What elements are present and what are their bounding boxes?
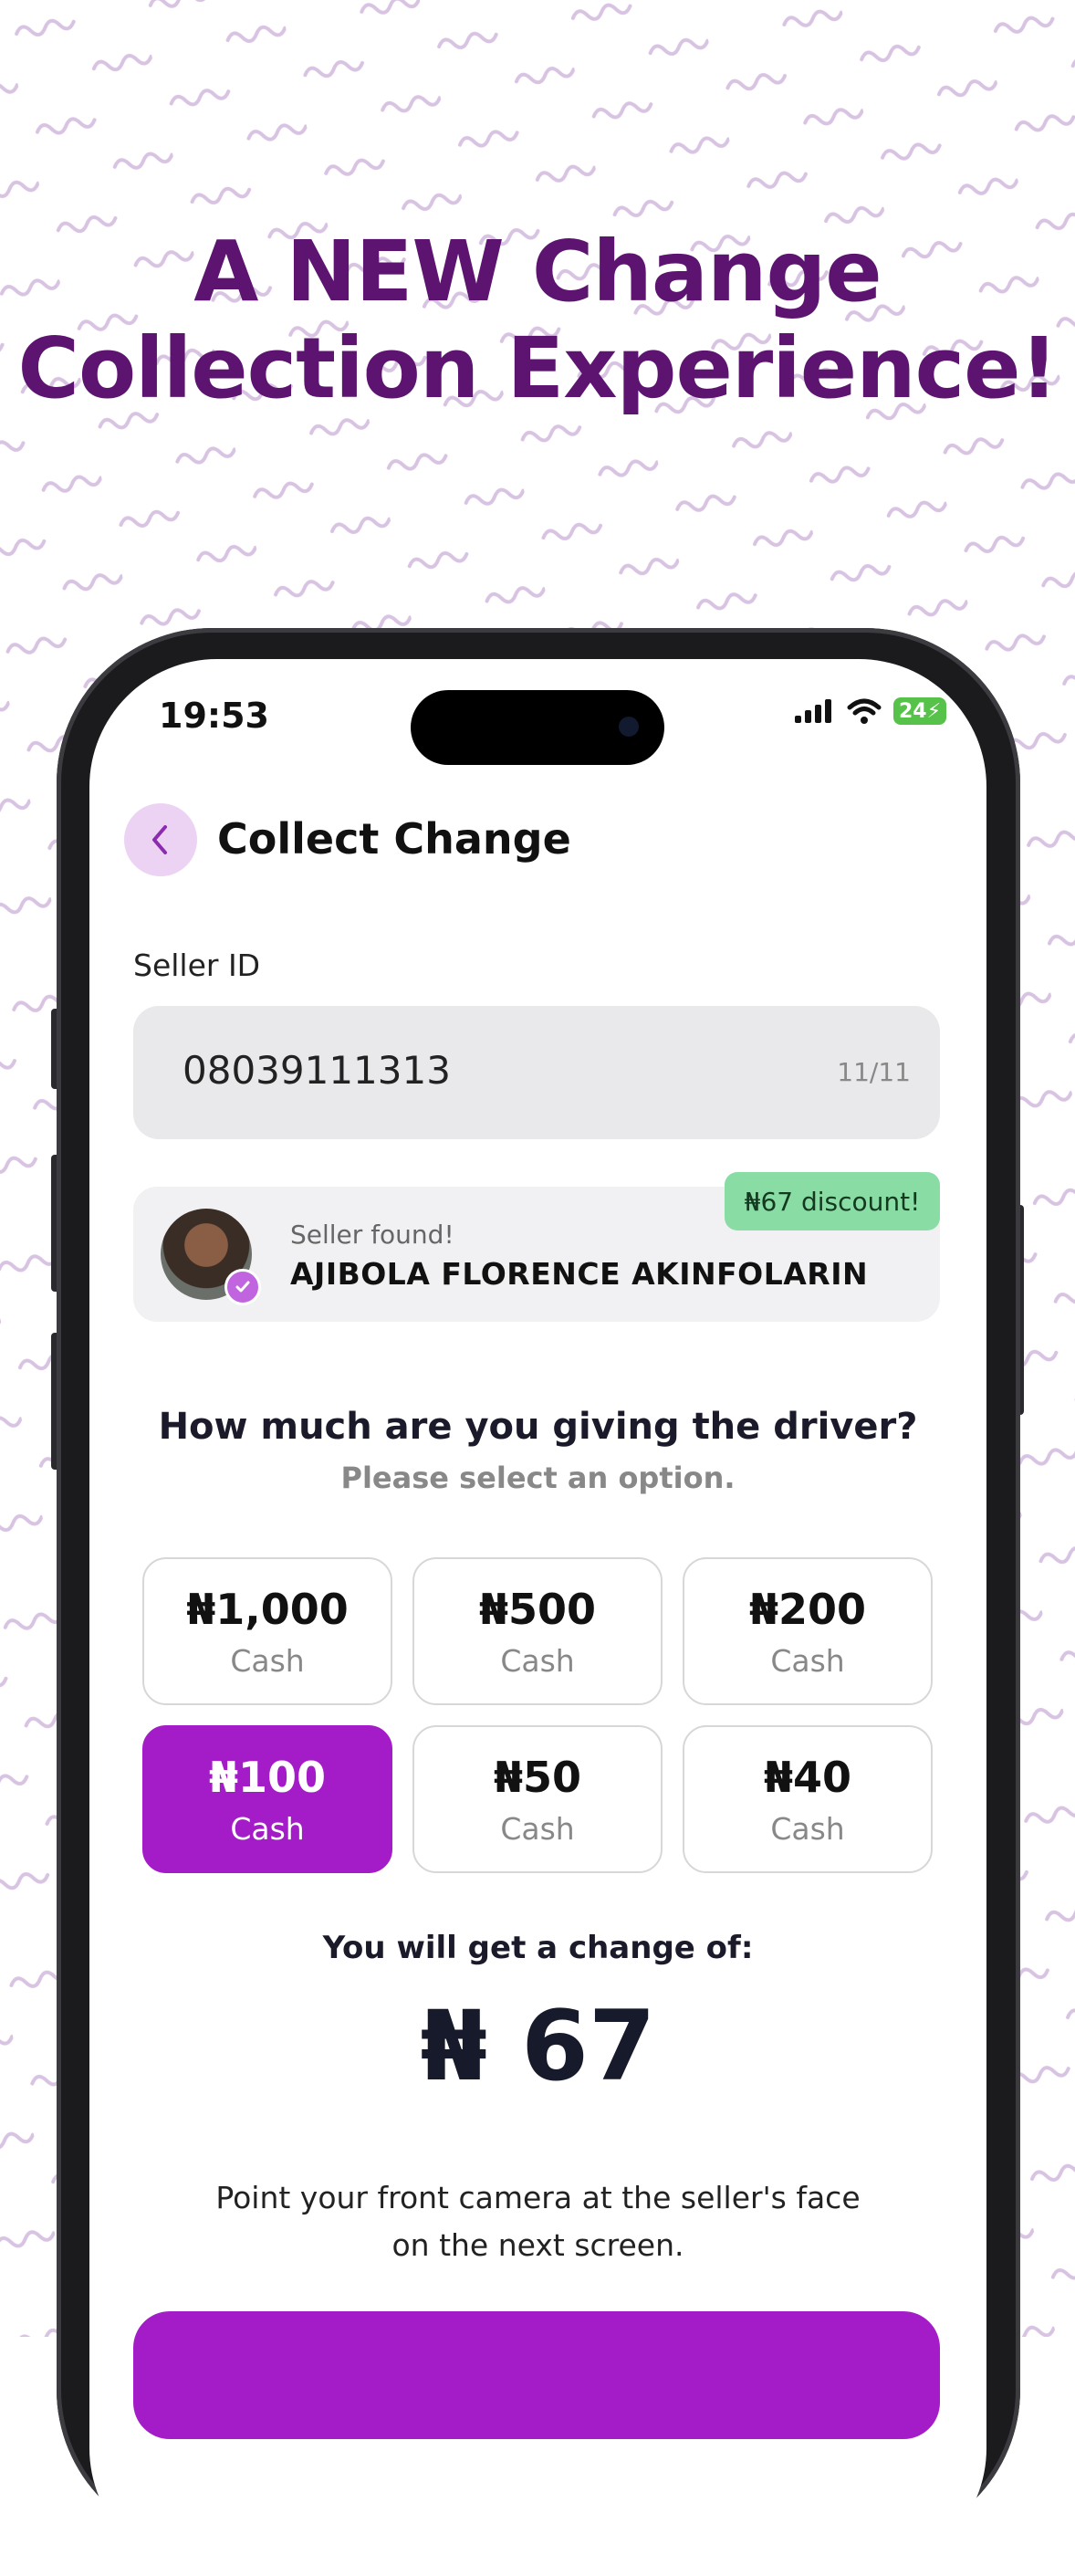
headline-line-1: A NEW Change — [193, 223, 882, 320]
option-amount: ₦100 — [208, 1752, 327, 1802]
instruction-line-1: Point your front camera at the seller's … — [215, 2180, 861, 2215]
discount-badge: ₦67 discount! — [725, 1172, 940, 1230]
payment-question: How much are you giving the driver? — [158, 1406, 918, 1448]
option-type: Cash — [230, 1810, 305, 1847]
status-icons: 24 ⚡ — [793, 697, 946, 725]
seller-name: AJIBOLA FLORENCE AKINFOLARIN — [290, 1256, 869, 1292]
promo-headline: A NEW Change Collection Experience! — [0, 224, 1075, 417]
status-time: 19:53 — [159, 696, 269, 736]
verified-check-icon — [224, 1269, 261, 1305]
cash-option-500[interactable]: ₦500 Cash — [412, 1557, 663, 1705]
change-label: You will get a change of: — [322, 1930, 754, 1966]
option-amount: ₦1,000 — [186, 1584, 349, 1634]
cash-options-grid: ₦1,000 Cash ₦500 Cash ₦200 Cash ₦100 Cas… — [142, 1557, 933, 1873]
option-type: Cash — [770, 1642, 845, 1679]
seller-id-input[interactable]: 08039111313 11/11 — [133, 1006, 940, 1139]
phone-screen: 19:53 24 ⚡ Collect Change Seller ID 08039… — [89, 659, 986, 2576]
option-amount: ₦500 — [478, 1584, 597, 1634]
option-amount: ₦40 — [763, 1752, 852, 1802]
seller-id-value: 08039111313 — [183, 1048, 451, 1093]
char-counter: 11/11 — [837, 1057, 911, 1087]
wifi-icon — [847, 698, 882, 724]
chevron-left-icon — [152, 825, 167, 854]
option-amount: ₦50 — [493, 1752, 582, 1802]
option-type: Cash — [500, 1642, 575, 1679]
option-type: Cash — [230, 1642, 305, 1679]
back-button[interactable] — [124, 803, 197, 876]
camera-instruction: Point your front camera at the seller's … — [89, 2174, 986, 2269]
option-amount: ₦200 — [748, 1584, 867, 1634]
front-camera — [619, 717, 639, 737]
page-title: Collect Change — [217, 814, 571, 864]
instruction-line-2: on the next screen. — [391, 2227, 684, 2263]
seller-id-label: Seller ID — [133, 948, 261, 983]
cash-option-200[interactable]: ₦200 Cash — [683, 1557, 933, 1705]
option-type: Cash — [770, 1810, 845, 1847]
headline-line-2: Collection Experience! — [17, 319, 1058, 417]
payment-question-subtitle: Please select an option. — [340, 1461, 736, 1495]
cash-option-1000[interactable]: ₦1,000 Cash — [142, 1557, 392, 1705]
cash-option-40[interactable]: ₦40 Cash — [683, 1725, 933, 1873]
dynamic-island — [411, 690, 664, 765]
change-amount: ₦ 67 — [420, 1990, 656, 2102]
battery-icon: 24 ⚡ — [893, 697, 946, 725]
cash-option-50[interactable]: ₦50 Cash — [412, 1725, 663, 1873]
battery-level: 24 — [898, 699, 927, 723]
cash-option-100[interactable]: ₦100 Cash — [142, 1725, 392, 1873]
option-type: Cash — [500, 1810, 575, 1847]
signal-icon — [795, 699, 831, 723]
continue-button[interactable] — [133, 2311, 940, 2439]
seller-found-label: Seller found! — [290, 1220, 454, 1250]
